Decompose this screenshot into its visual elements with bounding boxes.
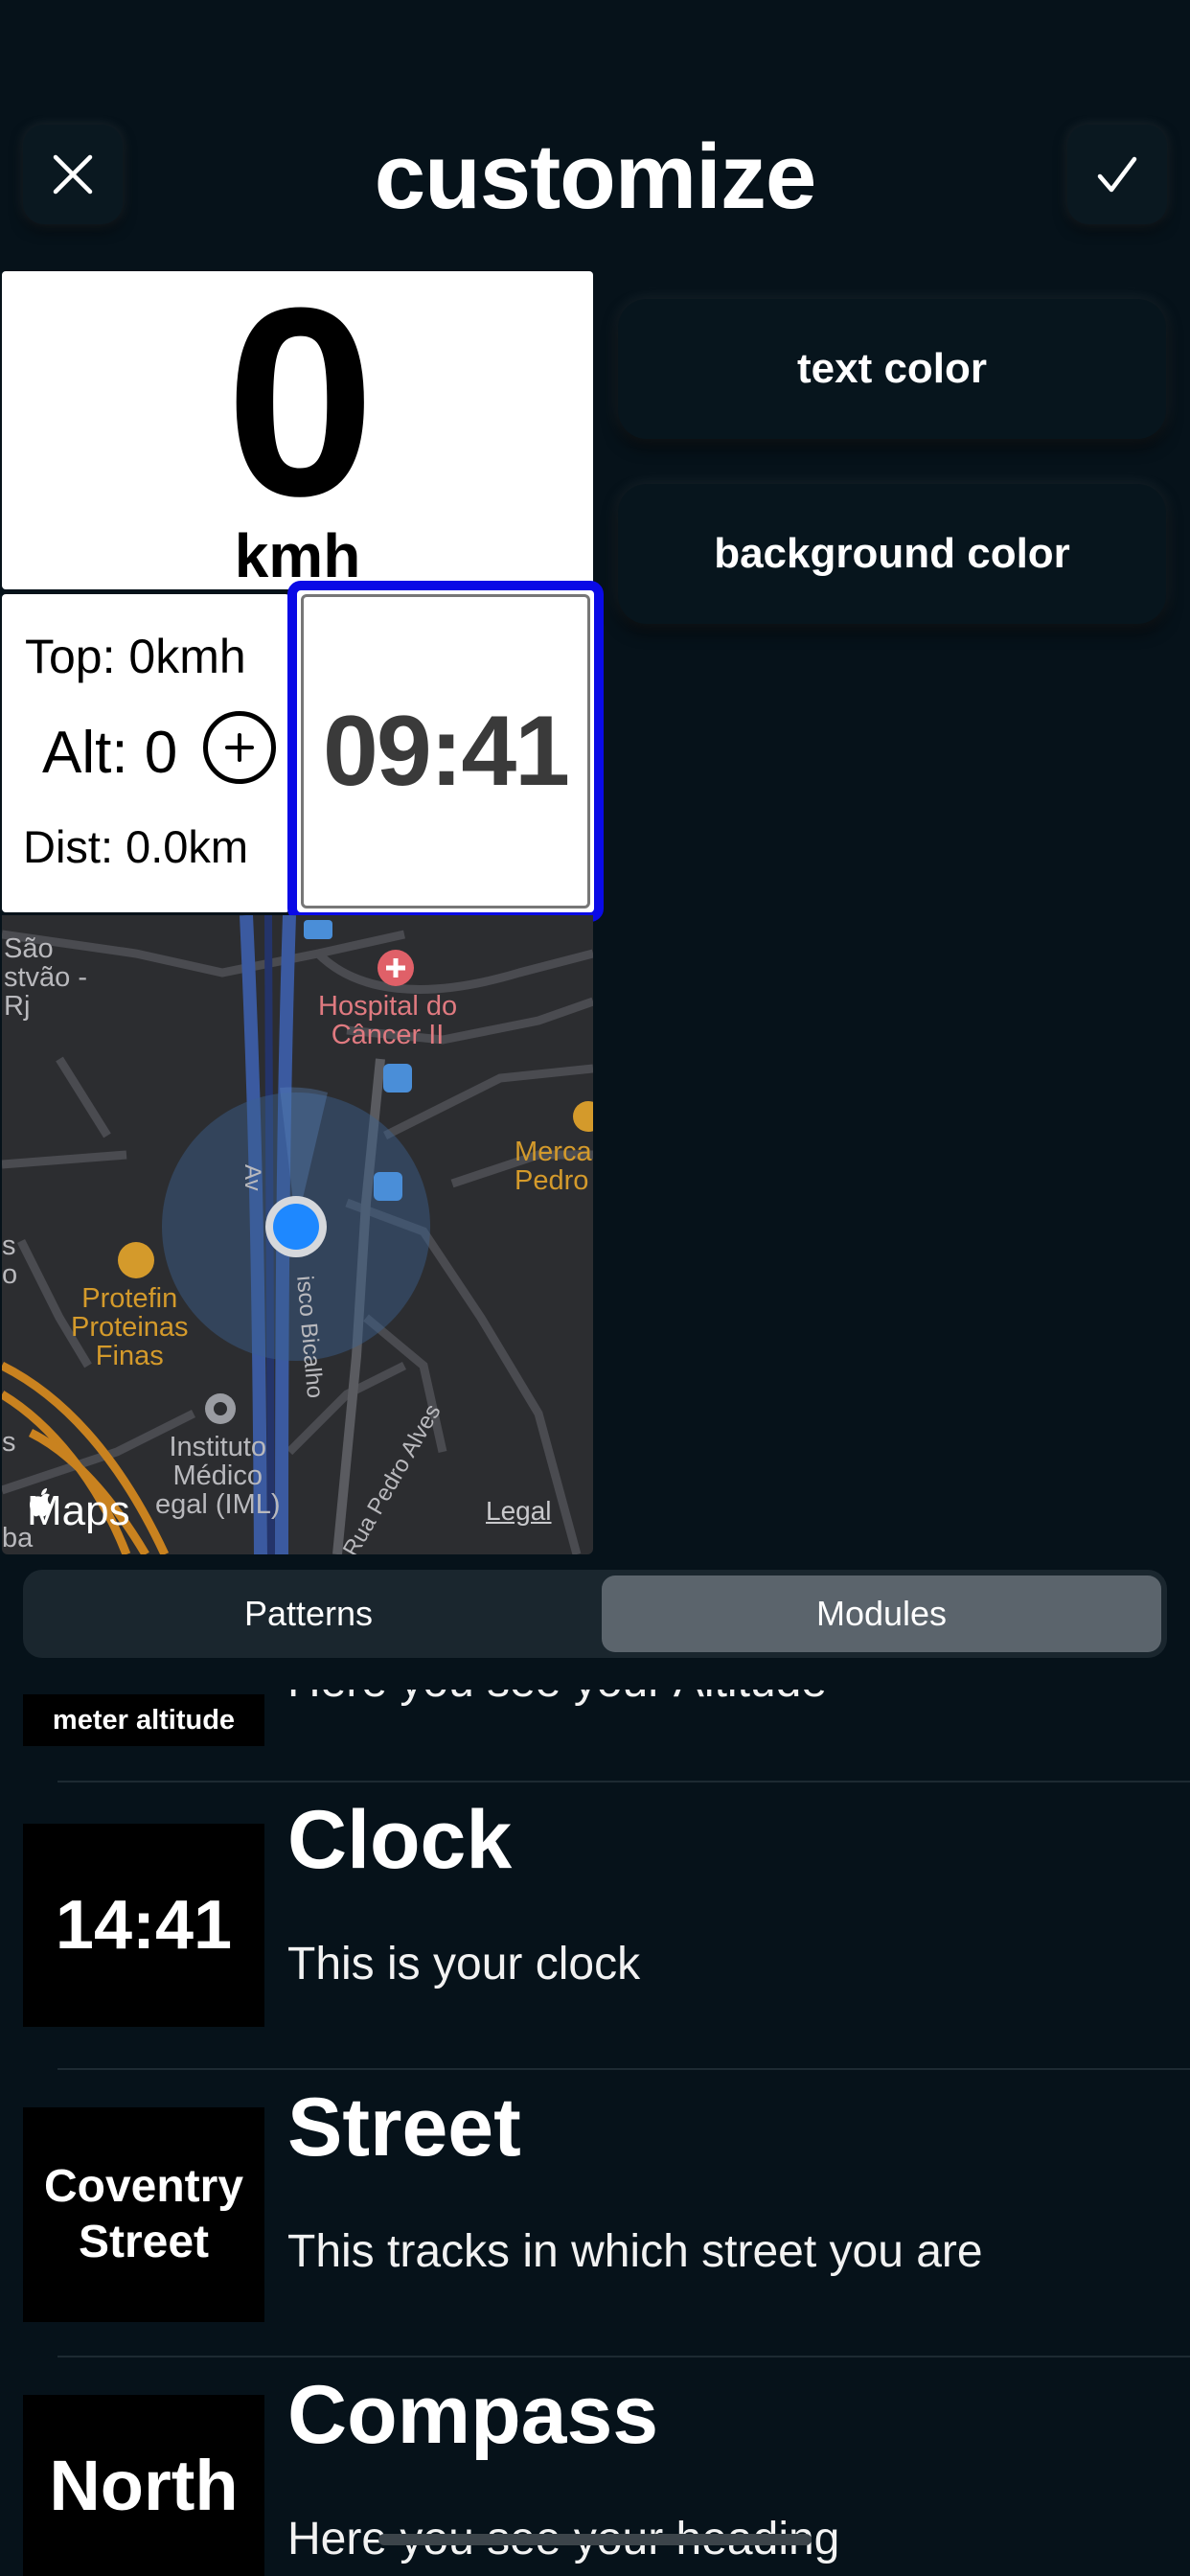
map-label-mercado: Merca Pedro [515,1137,592,1196]
divider [57,2356,1190,2358]
thumb-text: Coventry Street [43,2161,244,2267]
speed-value: 0 [225,271,376,552]
plus-icon [225,733,254,762]
divider [57,1781,1190,1782]
module-thumb-clock[interactable]: 14:41 [23,1824,264,2027]
map-module[interactable]: São stvão - Rj Hospital do Câncer II Mer… [2,915,593,1554]
segmented-control: Patterns Modules [23,1570,1167,1658]
tab-modules[interactable]: Modules [602,1576,1161,1652]
maps-brand: Maps [27,1487,130,1535]
map-roads [2,915,593,1554]
module-thumb-altitude[interactable]: meter altitude [23,1694,264,1746]
page-title: customize [374,126,816,228]
thumb-text: North [49,2446,239,2525]
module-thumb-street[interactable]: Coventry Street [23,2107,264,2322]
module-desc-street: This tracks in which street you are [287,2226,983,2277]
altitude-stat: Alt: 0 [42,720,178,786]
module-thumb-compass[interactable]: North [23,2395,264,2576]
map-legal-link[interactable]: Legal [486,1496,552,1527]
thumb-text: 14:41 [55,1887,233,1964]
clock-time: 09:41 [323,695,570,807]
module-title-street: Street [287,2082,521,2174]
map-label-left-edge: s o [2,1230,18,1290]
module-title-clock: Clock [287,1794,513,1886]
add-button[interactable] [203,711,276,784]
speed-unit: kmh [234,521,361,589]
checkmark-icon [1097,156,1137,193]
apple-logo-icon [30,1488,51,1517]
map-label-hospital: Hospital do Câncer II [318,991,458,1050]
map-label-s: s [2,1427,16,1458]
distance-stat: Dist: 0.0km [23,821,249,872]
tab-patterns[interactable]: Patterns [29,1576,588,1652]
module-desc-altitude: Here you see your Altitude [287,1656,827,1707]
divider [57,2068,1190,2070]
stats-module[interactable]: Top: 0kmh Alt: 0 Dist: 0.0km [2,594,289,912]
confirm-button[interactable] [1067,125,1167,224]
clock-module-selected[interactable]: 09:41 [287,581,604,922]
home-indicator[interactable] [378,2534,812,2545]
speed-module[interactable]: 0 kmh [2,271,593,589]
background-color-button[interactable]: background color [618,484,1166,624]
text-color-button[interactable]: text color [618,299,1166,439]
thumb-text: meter altitude [52,1704,236,1736]
top-speed-stat: Top: 0kmh [25,630,246,683]
map-label-instituto: Instituto Médico egal (IML) [155,1432,281,1520]
map-label-street-av: Av [240,1164,265,1191]
map-label-protefin: Protefin Proteinas Finas [71,1283,189,1371]
module-title-compass: Compass [287,2369,659,2461]
map-label-sao-cristovao: São stvão - Rj [4,933,88,1022]
module-desc-clock: This is your clock [287,1939,641,1990]
